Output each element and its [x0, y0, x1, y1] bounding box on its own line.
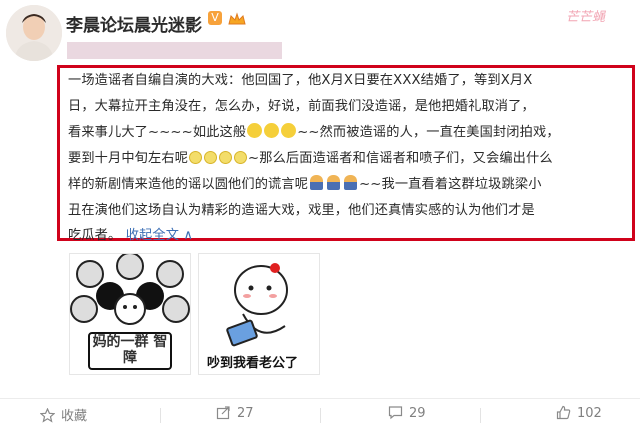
user-avatar[interactable]: [6, 5, 62, 61]
like-count: 102: [577, 406, 602, 421]
post-text-line: 看来事儿大了~~~~如此这般 ~~然而被造谣的人，一直在美国封闭拍戏，: [68, 121, 560, 140]
meme-image-2[interactable]: 吵到我看老公了: [198, 253, 320, 375]
divider: [480, 408, 481, 423]
meme-image-1[interactable]: 妈的一群 智障: [69, 253, 191, 375]
repost-count: 27: [237, 406, 254, 421]
star-icon: [40, 408, 55, 423]
comment-count: 29: [409, 406, 426, 421]
username[interactable]: 李晨论坛晨光迷影: [66, 11, 202, 36]
emoji-person-icon: [310, 175, 324, 190]
emoji-person-icon: [327, 175, 341, 190]
emoji-icon: [189, 151, 203, 164]
favorite-button[interactable]: 收藏: [40, 405, 87, 424]
post-text-segment: 吃瓜者。: [68, 228, 122, 243]
blurred-timestamp: [67, 42, 282, 59]
favorite-label: 收藏: [61, 409, 88, 424]
comment-icon: [388, 406, 403, 420]
watermark: 芒芒蝇: [566, 10, 606, 25]
post-text-segment: ~那么后面造谣者和信谣者和喷子们，又会编出什么: [248, 151, 553, 166]
post-text-segment: 要到十月中旬左右呢: [68, 151, 189, 166]
post-text-line: 吃瓜者。 收起全文 ∧: [68, 224, 193, 243]
emoji-icon: [219, 151, 233, 164]
comment-button[interactable]: 29: [388, 405, 426, 421]
avatar-portrait-icon: [6, 5, 62, 61]
divider: [320, 408, 321, 423]
emoji-icon: [281, 123, 297, 138]
like-button[interactable]: 102: [556, 405, 602, 421]
repost-icon: [216, 406, 230, 420]
post-text-line: 日，大幕拉开主角没在，怎么办，好说，前面我们没造谣，是他把婚礼取消了，: [68, 99, 535, 114]
emoji-person-icon: [344, 175, 358, 190]
meme-1-caption: 妈的一群 智障: [88, 332, 172, 370]
post-text-segment: 看来事儿大了~~~~如此这般: [68, 125, 247, 140]
post-text-line: 丑在演他们这场自认为精彩的造谣大戏，戏里，他们还真情实感的认为他们才是: [68, 203, 535, 218]
collapse-full-text-link[interactable]: 收起全文 ∧: [126, 228, 194, 243]
post-text-line: 一场造谣者自编自演的大戏：他回国了，他X月X日要在XXX结婚了，等到X月X: [68, 73, 533, 88]
emoji-icon: [247, 123, 263, 138]
vip-crown-icon: [228, 12, 246, 25]
repost-button[interactable]: 27: [216, 405, 254, 421]
post-text-segment: 样的新剧情来造他的谣以圆他们的谎言呢: [68, 177, 309, 192]
post-text-line: 样的新剧情来造他的谣以圆他们的谎言呢 ~~我一直看着这群垃圾跳梁小: [68, 173, 542, 192]
emoji-icon: [264, 123, 280, 138]
divider: [160, 408, 161, 423]
post-text-line: 要到十月中旬左右呢 ~那么后面造谣者和信谣者和喷子们，又会编出什么: [68, 147, 553, 166]
thumbs-up-icon: [556, 405, 571, 420]
action-bar: 收藏 27 29 102: [0, 398, 640, 428]
emoji-icon: [234, 151, 248, 164]
meme-character-with-tablet-icon: [226, 263, 288, 347]
post-text-segment: ~~然而被造谣的人，一直在美国封闭拍戏，: [297, 125, 560, 140]
post-text-segment: ~~我一直看着这群垃圾跳梁小: [359, 177, 542, 192]
meme-2-caption: 吵到我看老公了: [207, 356, 299, 371]
post-header: 李晨论坛晨光迷影 V 芒芒蝇: [0, 0, 640, 70]
verified-badge-icon: V: [208, 11, 222, 25]
emoji-icon: [204, 151, 218, 164]
